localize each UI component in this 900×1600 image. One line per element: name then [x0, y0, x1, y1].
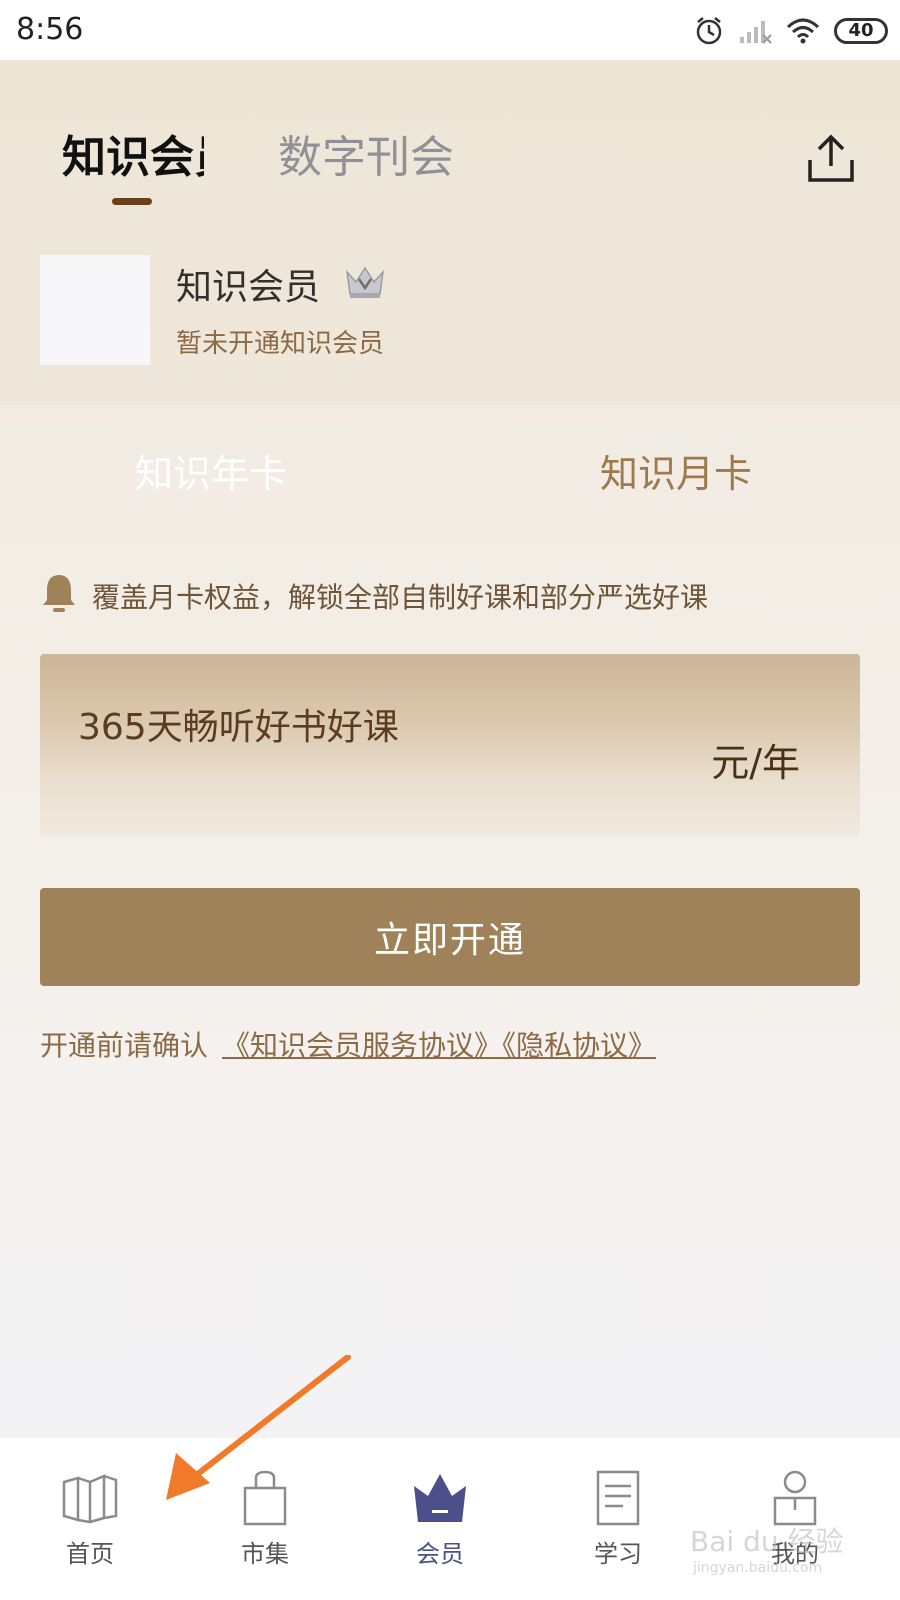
- nav-label-study: 学习: [594, 1540, 642, 1568]
- agreement-links[interactable]: 《知识会员服务协议》《隐私协议》: [222, 1029, 656, 1062]
- signal-icon: [740, 21, 772, 44]
- price-description: 365天畅听好书好课: [78, 707, 399, 748]
- plan-tab-monthly[interactable]: 知识月卡: [600, 443, 752, 498]
- bag-icon: [243, 1470, 287, 1526]
- nav-item-member[interactable]: 会员: [350, 1438, 530, 1600]
- tab-knowledge-member[interactable]: 知识会员: [62, 128, 204, 188]
- nav-label-home: 首页: [66, 1540, 114, 1568]
- price-unit: 元/年: [711, 741, 800, 785]
- activate-now-button[interactable]: 立即开通: [40, 888, 860, 986]
- book-icon: [62, 1474, 118, 1524]
- status-icons: 40: [694, 14, 888, 48]
- nav-item-market[interactable]: 市集: [175, 1438, 355, 1600]
- agreement-prefix: 开通前请确认: [40, 1029, 209, 1062]
- battery-indicator: 40: [834, 18, 888, 44]
- share-icon[interactable]: [806, 134, 856, 184]
- person-icon: [773, 1470, 817, 1526]
- crown-icon: [414, 1474, 466, 1522]
- benefit-notice: 覆盖月卡权益，解锁全部自制好课和部分严选好课: [92, 581, 709, 614]
- alarm-icon: [696, 17, 722, 45]
- watermark: Bai du 经验: [690, 1525, 844, 1558]
- bell-icon: [43, 575, 75, 612]
- nav-item-study[interactable]: 学习: [528, 1438, 708, 1600]
- status-bar: 8:56 40: [0, 0, 900, 60]
- nav-label-market: 市集: [241, 1540, 289, 1568]
- active-tab-indicator: [112, 198, 152, 205]
- member-status: 暂未开通知识会员: [176, 329, 385, 359]
- watermark-url: jingyan.baidu.com: [693, 1560, 823, 1576]
- crown-badge-icon: [345, 266, 385, 298]
- document-icon: [596, 1470, 640, 1526]
- price-card[interactable]: 365天畅听好书好课 元/年: [40, 654, 860, 836]
- agreement-line: 开通前请确认 《知识会员服务协议》《隐私协议》: [40, 1024, 656, 1064]
- nav-label-member: 会员: [416, 1540, 464, 1568]
- status-time: 8:56: [16, 12, 84, 47]
- member-title: 知识会员: [176, 267, 321, 308]
- wifi-icon: [786, 18, 820, 44]
- nav-item-home[interactable]: 首页: [0, 1438, 180, 1600]
- tab-digital-magazine[interactable]: 数字刊会: [278, 128, 454, 188]
- plan-tab-yearly[interactable]: 知识年卡: [135, 443, 287, 498]
- avatar[interactable]: [40, 255, 150, 365]
